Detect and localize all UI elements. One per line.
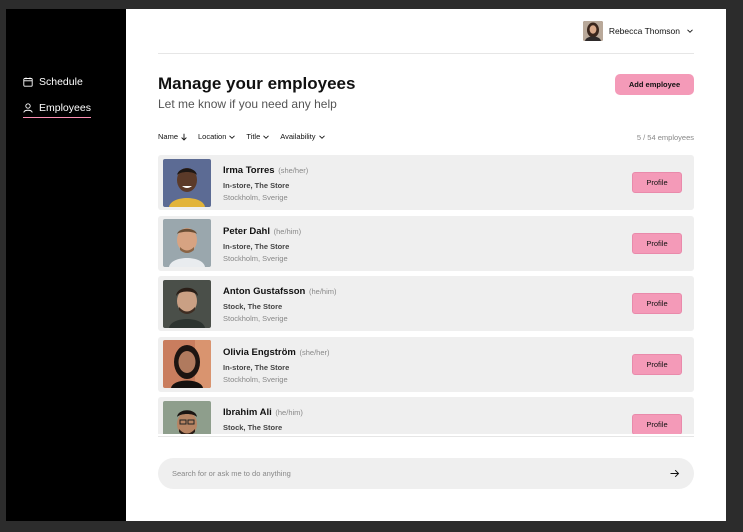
employee-info: Irma Torres (she/her) In-store, The Stor… (223, 165, 308, 202)
employee-list[interactable]: Irma Torres (she/her) In-store, The Stor… (158, 155, 694, 434)
employee-count: 5 / 54 employees (636, 133, 694, 142)
employee-role: In-store, The Store (223, 362, 290, 372)
sidebar: Schedule Employees (6, 9, 126, 521)
user-name: Rebecca Thomson (608, 26, 680, 36)
send-arrow-icon[interactable] (669, 468, 680, 479)
employee-info: Peter Dahl (he/him) In-store, The Store … (223, 226, 301, 263)
profile-button[interactable]: Profile (632, 172, 682, 193)
list-item: Olivia Engström (she/her) In-store, The … (158, 336, 694, 392)
sidebar-item-label: Employees (39, 102, 91, 114)
sidebar-item-label: Schedule (39, 76, 83, 88)
chevron-down-icon (318, 134, 325, 139)
chevron-down-icon (263, 134, 270, 139)
employee-name: Anton Gustafsson (223, 286, 306, 297)
filter-bar: Name Location Title Availability (158, 132, 326, 141)
employee-location: Stockholm, Sverige (223, 374, 288, 384)
employee-name-line: Ibrahim Ali (he/him) (223, 407, 303, 418)
arrow-down-icon (181, 133, 187, 141)
employee-name: Olivia Engström (223, 346, 296, 358)
page-title: Manage your employees (158, 74, 356, 93)
employee-photo (163, 158, 211, 207)
employee-role: In-store, The Store (223, 241, 290, 251)
header-divider (158, 53, 694, 54)
employee-role: In-store, The Store (223, 181, 290, 190)
filter-title[interactable]: Title (246, 132, 270, 141)
user-menu[interactable]: Rebecca Thomson (582, 21, 694, 41)
employee-pronouns: (he/him) (308, 287, 337, 296)
page-subtitle: Let me know if you need any help (158, 97, 337, 111)
employee-photo (163, 219, 211, 267)
list-item: Ibrahim Ali (he/him) Stock, The Store Pr… (158, 397, 694, 434)
employee-info: Olivia Engström (she/her) In-store, The … (223, 347, 330, 384)
person-icon (23, 103, 33, 113)
profile-button[interactable]: Profile (632, 293, 682, 314)
employee-name-line: Olivia Engström (she/her) (223, 347, 330, 358)
sidebar-item-employees[interactable]: Employees (23, 102, 91, 118)
employee-name: Ibrahim Ali (223, 407, 272, 418)
profile-button[interactable]: Profile (632, 353, 682, 375)
employee-photo (163, 279, 211, 328)
list-item: Peter Dahl (he/him) In-store, The Store … (158, 215, 694, 271)
list-item: Irma Torres (she/her) In-store, The Stor… (158, 155, 694, 210)
employee-name-line: Peter Dahl (he/him) (223, 226, 301, 237)
employee-role: Stock, The Store (223, 423, 283, 432)
employee-location: Stockholm, Sverige (223, 314, 288, 323)
employee-photo (163, 340, 211, 388)
filter-availability[interactable]: Availability (280, 132, 325, 141)
sort-name[interactable]: Name (158, 132, 188, 141)
employee-pronouns: (he/him) (273, 226, 302, 236)
sidebar-item-schedule[interactable]: Schedule (23, 76, 83, 88)
employee-info: Anton Gustafsson (he/him) Stock, The Sto… (223, 286, 337, 323)
add-employee-button[interactable]: Add employee (615, 74, 694, 95)
chevron-down-icon (687, 29, 693, 33)
assistant-input[interactable] (172, 466, 632, 481)
profile-button[interactable]: Profile (632, 232, 682, 254)
employee-info: Ibrahim Ali (he/him) Stock, The Store (223, 407, 303, 434)
filter-label: Location (198, 132, 227, 141)
employee-pronouns: (she/her) (278, 166, 309, 175)
list-divider (158, 436, 694, 437)
employee-name-line: Anton Gustafsson (he/him) (223, 286, 337, 297)
active-indicator (23, 117, 91, 118)
employee-role: Stock, The Store (223, 302, 283, 311)
employee-name: Irma Torres (223, 165, 275, 176)
assistant-chat-bar (158, 458, 694, 489)
chevron-down-icon (229, 134, 236, 139)
employee-pronouns: (she/her) (299, 347, 330, 357)
employee-name-line: Irma Torres (she/her) (223, 165, 308, 176)
employee-location: Stockholm, Sverige (223, 193, 288, 202)
calendar-icon (23, 77, 33, 87)
employee-photo (163, 400, 211, 434)
profile-button[interactable]: Profile (632, 414, 682, 434)
avatar (582, 21, 603, 41)
employee-pronouns: (he/him) (275, 408, 303, 417)
filter-label: Availability (280, 132, 316, 141)
list-item: Anton Gustafsson (he/him) Stock, The Sto… (158, 276, 694, 331)
employee-location: Stockholm, Sverige (223, 253, 288, 263)
window-title-fragment (8, 0, 48, 2)
window-top-strip (0, 0, 743, 9)
filter-label: Name (158, 132, 179, 141)
main-content: Rebecca Thomson Manage your employees Le… (126, 9, 726, 521)
filter-label: Title (246, 132, 261, 141)
filter-location[interactable]: Location (198, 132, 236, 141)
employee-name: Peter Dahl (223, 225, 270, 237)
